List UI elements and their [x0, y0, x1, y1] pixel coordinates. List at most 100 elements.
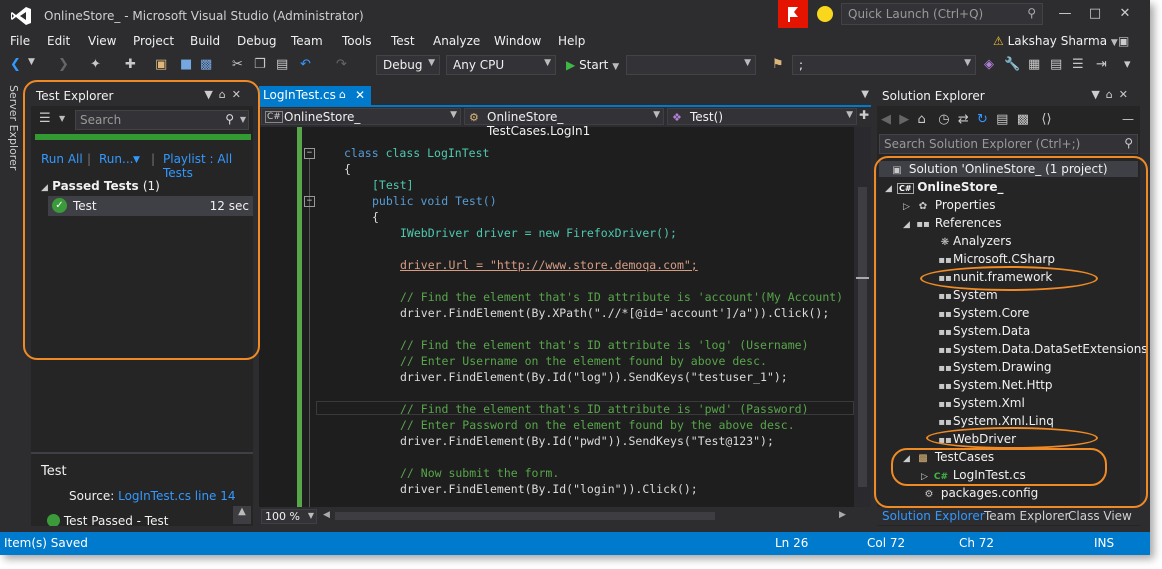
- wrench-icon[interactable]: 🔧: [1004, 57, 1020, 72]
- forward-icon[interactable]: ❯: [58, 57, 69, 72]
- add-item-icon[interactable]: ✚: [125, 57, 136, 72]
- solution-toolbar: ◀ ▶ ⌂ ◷ ⇄ ↻ ▤ ▩ ⟨⟩: [881, 112, 1052, 127]
- redo-icon[interactable]: ↷: [336, 57, 347, 72]
- collapse-icon[interactable]: −: [304, 196, 315, 207]
- chevron-down-icon[interactable]: ▼: [861, 89, 869, 100]
- sync-icon[interactable]: ⇄: [958, 112, 969, 127]
- overflow-icon[interactable]: ▾: [1124, 57, 1131, 72]
- scroll-up-button[interactable]: ▲: [233, 506, 251, 524]
- copy-icon[interactable]: ❐: [254, 57, 266, 72]
- code-icon[interactable]: ⟨⟩: [1041, 112, 1051, 127]
- account-icon[interactable]: ▣: [1118, 34, 1129, 48]
- server-explorer-tab[interactable]: Server Explorer: [3, 85, 23, 175]
- splitter[interactable]: [31, 452, 253, 454]
- properties-icon[interactable]: —: [1122, 112, 1134, 126]
- tab-team-explorer[interactable]: Team Explorer: [984, 509, 1070, 523]
- menu-help[interactable]: Help: [558, 34, 585, 48]
- back-icon[interactable]: ❮: [10, 57, 21, 72]
- chevron-down-icon[interactable]: ▼: [1091, 88, 1105, 101]
- scroll-thumb[interactable]: [335, 512, 715, 520]
- project-select[interactable]: C# OnlineStore_ ▼: [261, 108, 461, 125]
- feedback-smiley-icon[interactable]: [817, 6, 833, 22]
- menu-debug[interactable]: Debug: [237, 34, 276, 48]
- save-all-icon[interactable]: ▩: [200, 57, 212, 72]
- notification-flag-button[interactable]: [778, 0, 808, 28]
- code-line: {: [344, 162, 351, 176]
- tab-solution-explorer[interactable]: Solution Explorer: [882, 509, 985, 523]
- menu-edit[interactable]: Edit: [47, 34, 70, 48]
- maximize-icon[interactable]: □: [1080, 6, 1110, 21]
- home-icon[interactable]: ⌂: [918, 112, 926, 127]
- code-line: IWebDriver driver = new FirefoxDriver();: [400, 226, 677, 240]
- code-line: [Test]: [372, 178, 414, 192]
- menu-analyze[interactable]: Analyze: [433, 34, 480, 48]
- quick-launch-input[interactable]: Quick Launch (Ctrl+Q) ⚲: [841, 3, 1043, 25]
- save-icon[interactable]: ■: [180, 57, 192, 72]
- code-comment: // Find the element that's ID attribute …: [400, 290, 844, 304]
- refresh-icon[interactable]: ↻: [977, 112, 988, 127]
- close-icon[interactable]: ✕: [1110, 6, 1140, 21]
- menu-tools[interactable]: Tools: [342, 34, 372, 48]
- visual-studio-window: OnlineStore_ - Microsoft Visual Studio (…: [0, 0, 1150, 555]
- solution-configuration-select[interactable]: Debug ▼: [376, 55, 440, 75]
- find-combo-input[interactable]: ; ▼: [792, 55, 976, 75]
- member-select[interactable]: ❖ Test() ▼: [667, 108, 857, 125]
- forward-icon[interactable]: ▶: [899, 112, 909, 127]
- cut-icon[interactable]: ✂: [232, 57, 243, 72]
- list-icon[interactable]: ☰: [1072, 57, 1084, 72]
- class-select[interactable]: ⚙ OnlineStore_ TestCases.LogIn1 ▼: [464, 108, 664, 138]
- search-icon[interactable]: ⚲: [1124, 136, 1133, 150]
- server-explorer-label: Server Explorer: [7, 85, 20, 171]
- minimize-icon[interactable]: —: [1050, 6, 1080, 21]
- status-char: Ch 72: [959, 536, 995, 550]
- undo-icon[interactable]: ↶: [300, 57, 311, 72]
- start-debug-button[interactable]: ▶ Start ▼: [566, 58, 619, 72]
- menu-team[interactable]: Team: [291, 34, 323, 48]
- new-project-icon[interactable]: ✦: [90, 57, 101, 72]
- tab-logintest[interactable]: LogInTest.cs ⌂ ✕: [259, 86, 371, 105]
- tab-class-view[interactable]: Class View: [1068, 509, 1132, 523]
- menu-build[interactable]: Build: [190, 34, 220, 48]
- chevron-down-icon[interactable]: ▼: [28, 57, 35, 67]
- find-in-files-icon[interactable]: ⚑: [772, 57, 784, 72]
- horizontal-scrollbar[interactable]: 100 % ▼ ◀ ▶: [259, 507, 871, 526]
- scroll-left-icon[interactable]: ◀: [323, 510, 330, 520]
- open-folder-icon[interactable]: ▣: [155, 57, 167, 72]
- menu-file[interactable]: File: [10, 34, 30, 48]
- user-account[interactable]: ⚠ Lakshay Sharma ▼: [993, 34, 1118, 48]
- vs-icon[interactable]: ◈: [984, 57, 994, 72]
- pin-icon[interactable]: ⌂: [339, 88, 346, 101]
- zoom-select[interactable]: 100 % ▼: [261, 509, 317, 524]
- history-icon[interactable]: ◷: [938, 112, 949, 127]
- code-text-area[interactable]: − − class class LogInTest { [Test] publi…: [259, 127, 854, 507]
- solution-search-input[interactable]: Search Solution Explorer (Ctrl+;) ⚲: [879, 134, 1138, 154]
- show-all-icon[interactable]: ▩: [1017, 112, 1029, 127]
- scroll-thumb[interactable]: [858, 187, 867, 487]
- step-icon[interactable]: ⇥: [1096, 57, 1107, 72]
- back-icon[interactable]: ◀: [881, 112, 891, 127]
- menu-window[interactable]: Window: [494, 34, 541, 48]
- menu-project[interactable]: Project: [133, 34, 174, 48]
- visual-studio-logo-icon: [11, 7, 31, 25]
- scroll-right-icon[interactable]: ▶: [839, 510, 846, 520]
- toolbox-icon[interactable]: ▤: [1050, 57, 1062, 72]
- close-icon[interactable]: ✕: [1119, 88, 1134, 101]
- close-icon[interactable]: ✕: [355, 88, 365, 102]
- menu-view[interactable]: View: [88, 34, 116, 48]
- collapse-icon[interactable]: −: [304, 148, 315, 159]
- pin-icon[interactable]: ⌂: [1106, 88, 1119, 101]
- code-line: driver.Url = "http://www.store.demoqa.co…: [400, 258, 698, 272]
- vertical-scrollbar[interactable]: [854, 127, 871, 507]
- paste-icon[interactable]: ▤: [276, 57, 288, 72]
- source-link[interactable]: LogInTest.cs line 14: [118, 489, 235, 503]
- split-icon[interactable]: ✚: [859, 108, 869, 122]
- collapse-all-icon[interactable]: ▤: [996, 112, 1008, 127]
- debug-target-select[interactable]: ▼: [626, 55, 756, 75]
- find-value: ;: [799, 58, 804, 72]
- menu-test[interactable]: Test: [391, 34, 415, 48]
- solution-platform-select[interactable]: Any CPU ▼: [446, 55, 556, 75]
- code-line: driver.FindElement(By.Id("log")).SendKey…: [400, 370, 788, 384]
- properties-icon[interactable]: ▦: [1028, 57, 1040, 72]
- method-icon: ❖: [672, 111, 682, 124]
- code-line: driver.FindElement(By.Id("login")).Click…: [400, 482, 698, 496]
